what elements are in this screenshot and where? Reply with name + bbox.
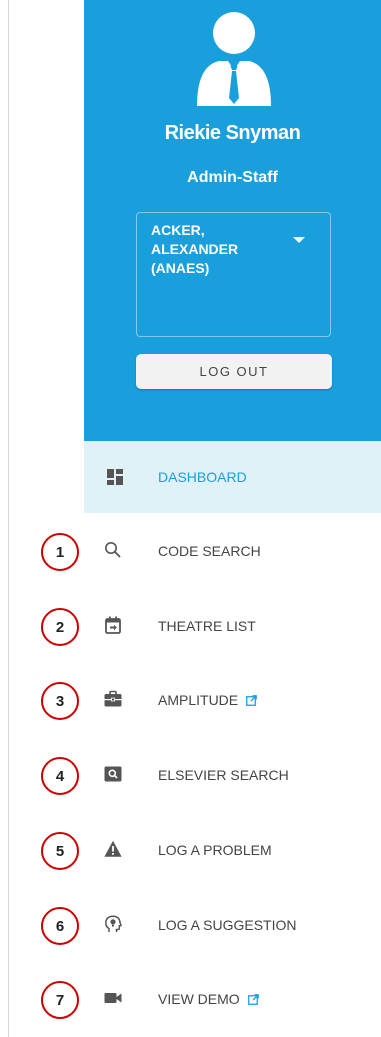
number-badge: 5 <box>41 832 79 870</box>
lightbulb-head-icon <box>105 915 122 932</box>
image-search-icon <box>104 766 122 782</box>
nav-item-view-demo[interactable]: 7 VIEW DEMO <box>0 963 381 1037</box>
user-name: Riekie Snyman <box>164 122 301 144</box>
nav-item-label: LOG A SUGGESTION <box>158 917 297 933</box>
briefcase-icon <box>104 690 122 707</box>
profile-panel: Riekie Snyman Admin-Staff ACKER, ALEXAND… <box>84 0 381 441</box>
nav-item-label-text: VIEW DEMO <box>158 991 240 1007</box>
number-badge: 2 <box>41 608 79 646</box>
number-badge: 4 <box>41 757 79 795</box>
nav-item-log-a-problem[interactable]: 5 LOG A PROBLEM <box>0 814 381 888</box>
nav-item-elsevier-search[interactable]: 4 ELSEVIER SEARCH <box>0 739 381 813</box>
nav-item-code-search[interactable]: 1 CODE SEARCH <box>0 515 381 589</box>
dashboard-icon <box>107 469 123 485</box>
search-icon <box>105 542 121 558</box>
nav-item-label: CODE SEARCH <box>158 543 261 559</box>
nav-item-label-text: AMPLITUDE <box>158 692 239 708</box>
warning-icon <box>104 840 122 857</box>
nav-item-label: VIEW DEMO <box>158 991 259 1007</box>
nav-item-label: LOG A PROBLEM <box>158 842 272 858</box>
nav-item-label: THEATRE LIST <box>158 618 256 634</box>
nav-item-log-a-suggestion[interactable]: 6 LOG A SUGGESTION <box>0 889 381 963</box>
user-avatar-icon <box>197 12 271 106</box>
number-badge: 1 <box>41 533 79 571</box>
provider-select[interactable]: ACKER, ALEXANDER (ANAES) <box>136 212 331 337</box>
external-link-icon <box>247 994 259 1005</box>
provider-select-value: ACKER, ALEXANDER (ANAES) <box>151 222 239 276</box>
nav-item-dashboard[interactable]: DASHBOARD <box>84 441 381 513</box>
nav-item-label: DASHBOARD <box>158 469 247 485</box>
user-role: Admin-Staff <box>187 169 278 186</box>
logout-button[interactable]: LOG OUT <box>136 354 332 389</box>
video-camera-icon <box>104 993 122 1003</box>
calendar-icon <box>105 616 121 634</box>
nav-item-label: ELSEVIER SEARCH <box>158 767 289 783</box>
nav-item-label: AMPLITUDE <box>158 692 257 708</box>
caret-down-icon <box>293 237 305 243</box>
number-badge: 7 <box>41 981 79 1019</box>
number-badge: 6 <box>41 907 79 945</box>
number-badge: 3 <box>41 682 79 720</box>
nav-item-amplitude[interactable]: 3 AMPLITUDE <box>0 664 381 738</box>
nav-item-theatre-list[interactable]: 2 THEATRE LIST <box>0 590 381 664</box>
external-link-icon <box>246 695 257 706</box>
